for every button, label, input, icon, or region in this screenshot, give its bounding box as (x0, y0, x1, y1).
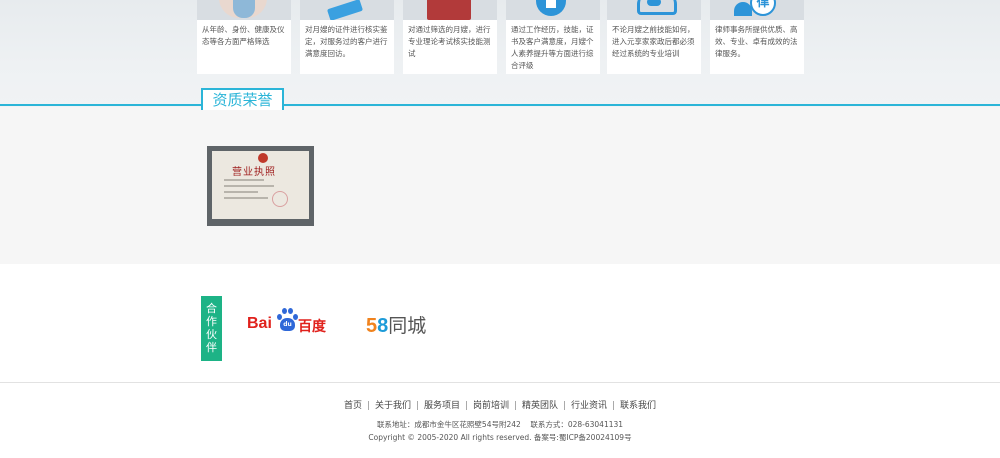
certificate-badge-photo (300, 0, 394, 20)
feature-card-text: 不论月嫂之前技能如何，进入元享家家政后都必须经过系统的专业培训 (612, 25, 695, 58)
feature-card-text: 通过工作经历，技能，证书及客户满意度，月嫂个人素养提升等方面进行综合评级 (511, 25, 594, 70)
logo-digit-five: 5 (366, 315, 378, 337)
seal-stamp-icon (272, 191, 288, 207)
footer-link-team[interactable]: 精英团队 (516, 398, 564, 411)
feature-card[interactable]: 通过工作经历，技能，证书及客户满意度，月嫂个人素养提升等方面进行综合评级 (506, 0, 600, 74)
baidu-paw-du: du (280, 318, 295, 331)
baidu-logo-cn: 百度 (298, 319, 326, 335)
red-book-photo (403, 0, 497, 20)
check-circle-icon (506, 0, 600, 20)
hero-divider (0, 104, 1000, 106)
footer-link-about[interactable]: 关于我们 (369, 398, 417, 411)
national-emblem-icon (258, 153, 268, 163)
footer-link-news[interactable]: 行业资讯 (565, 398, 613, 411)
license-paper: 营业执照 (212, 151, 309, 219)
feature-card[interactable]: 律 律师事务所提供优质、高效、专业、卓有成效的法律服务。 (710, 0, 804, 74)
honor-section-title: 资质荣誉 (201, 88, 284, 110)
partners-label-char: 伴 (206, 341, 217, 354)
license-title: 营业执照 (232, 167, 276, 178)
honor-section (0, 107, 1000, 264)
logo-digit-eight: 8 (377, 315, 389, 337)
footer-divider (0, 382, 1000, 383)
team-people-icon (607, 0, 701, 20)
feature-card-text: 对月嫂的证件进行核实鉴定，对服务过的客户进行满意度回访。 (305, 25, 388, 58)
feature-card[interactable]: 不论月嫂之前技能如何，进入元享家家政后都必须经过系统的专业培训 (607, 0, 701, 74)
footer-link-contact[interactable]: 联系我们 (614, 398, 662, 411)
baidu-logo-bai: Bai (247, 315, 272, 332)
partners-label-char: 合 (206, 302, 217, 315)
footer-nav: 首页 关于我们 服务项目 岗前培训 精英团队 行业资讯 联系我们 (0, 398, 1000, 411)
footer-link-home[interactable]: 首页 (338, 398, 368, 411)
baidu-paw-icon: du (277, 308, 298, 334)
feature-card[interactable]: 从年龄、身份、健康及仪态等各方面严格筛选 (197, 0, 291, 74)
partners-label: 合 作 伙 伴 (201, 296, 222, 361)
footer-phone: 联系方式：028-63041131 (530, 420, 624, 429)
footer-address: 联系地址：成都市金牛区花照壁54号附242 (376, 420, 521, 429)
footer-contact-line: 联系地址：成都市金牛区花照壁54号附242 联系方式：028-63041131 (0, 418, 1000, 431)
baidu-logo[interactable]: Bai du 百度 (247, 306, 327, 336)
feature-card-text: 从年龄、身份、健康及仪态等各方面严格筛选 (202, 25, 285, 46)
feature-cards: 从年龄、身份、健康及仪态等各方面严格筛选 对月嫂的证件进行核实鉴定，对服务过的客… (197, 0, 807, 74)
feature-card[interactable]: 对月嫂的证件进行核实鉴定，对服务过的客户进行满意度回访。 (300, 0, 394, 74)
nanny-person-photo (197, 0, 291, 20)
feature-card[interactable]: 对通过筛选的月嫂，进行专业理论考试核实技能测试 (403, 0, 497, 74)
footer-copyright: Copyright © 2005-2020 All rights reserve… (368, 433, 632, 442)
footer-link-training[interactable]: 岗前培训 (467, 398, 515, 411)
58tongcheng-logo[interactable]: 58同城 (366, 311, 426, 338)
footer-info: 联系地址：成都市金牛区花照壁54号附242 联系方式：028-63041131 … (0, 418, 1000, 444)
partners-label-char: 伙 (206, 328, 217, 341)
law-icon: 律 (710, 0, 804, 20)
logo-name: 同城 (388, 316, 427, 337)
business-license-image[interactable]: 营业执照 (207, 146, 314, 226)
partners-label-char: 作 (206, 315, 217, 328)
feature-card-text: 对通过筛选的月嫂，进行专业理论考试核实技能测试 (408, 25, 491, 58)
law-icon-text: 律 (750, 0, 776, 16)
footer-link-services[interactable]: 服务项目 (418, 398, 466, 411)
feature-card-text: 律师事务所提供优质、高效、专业、卓有成效的法律服务。 (715, 25, 798, 58)
